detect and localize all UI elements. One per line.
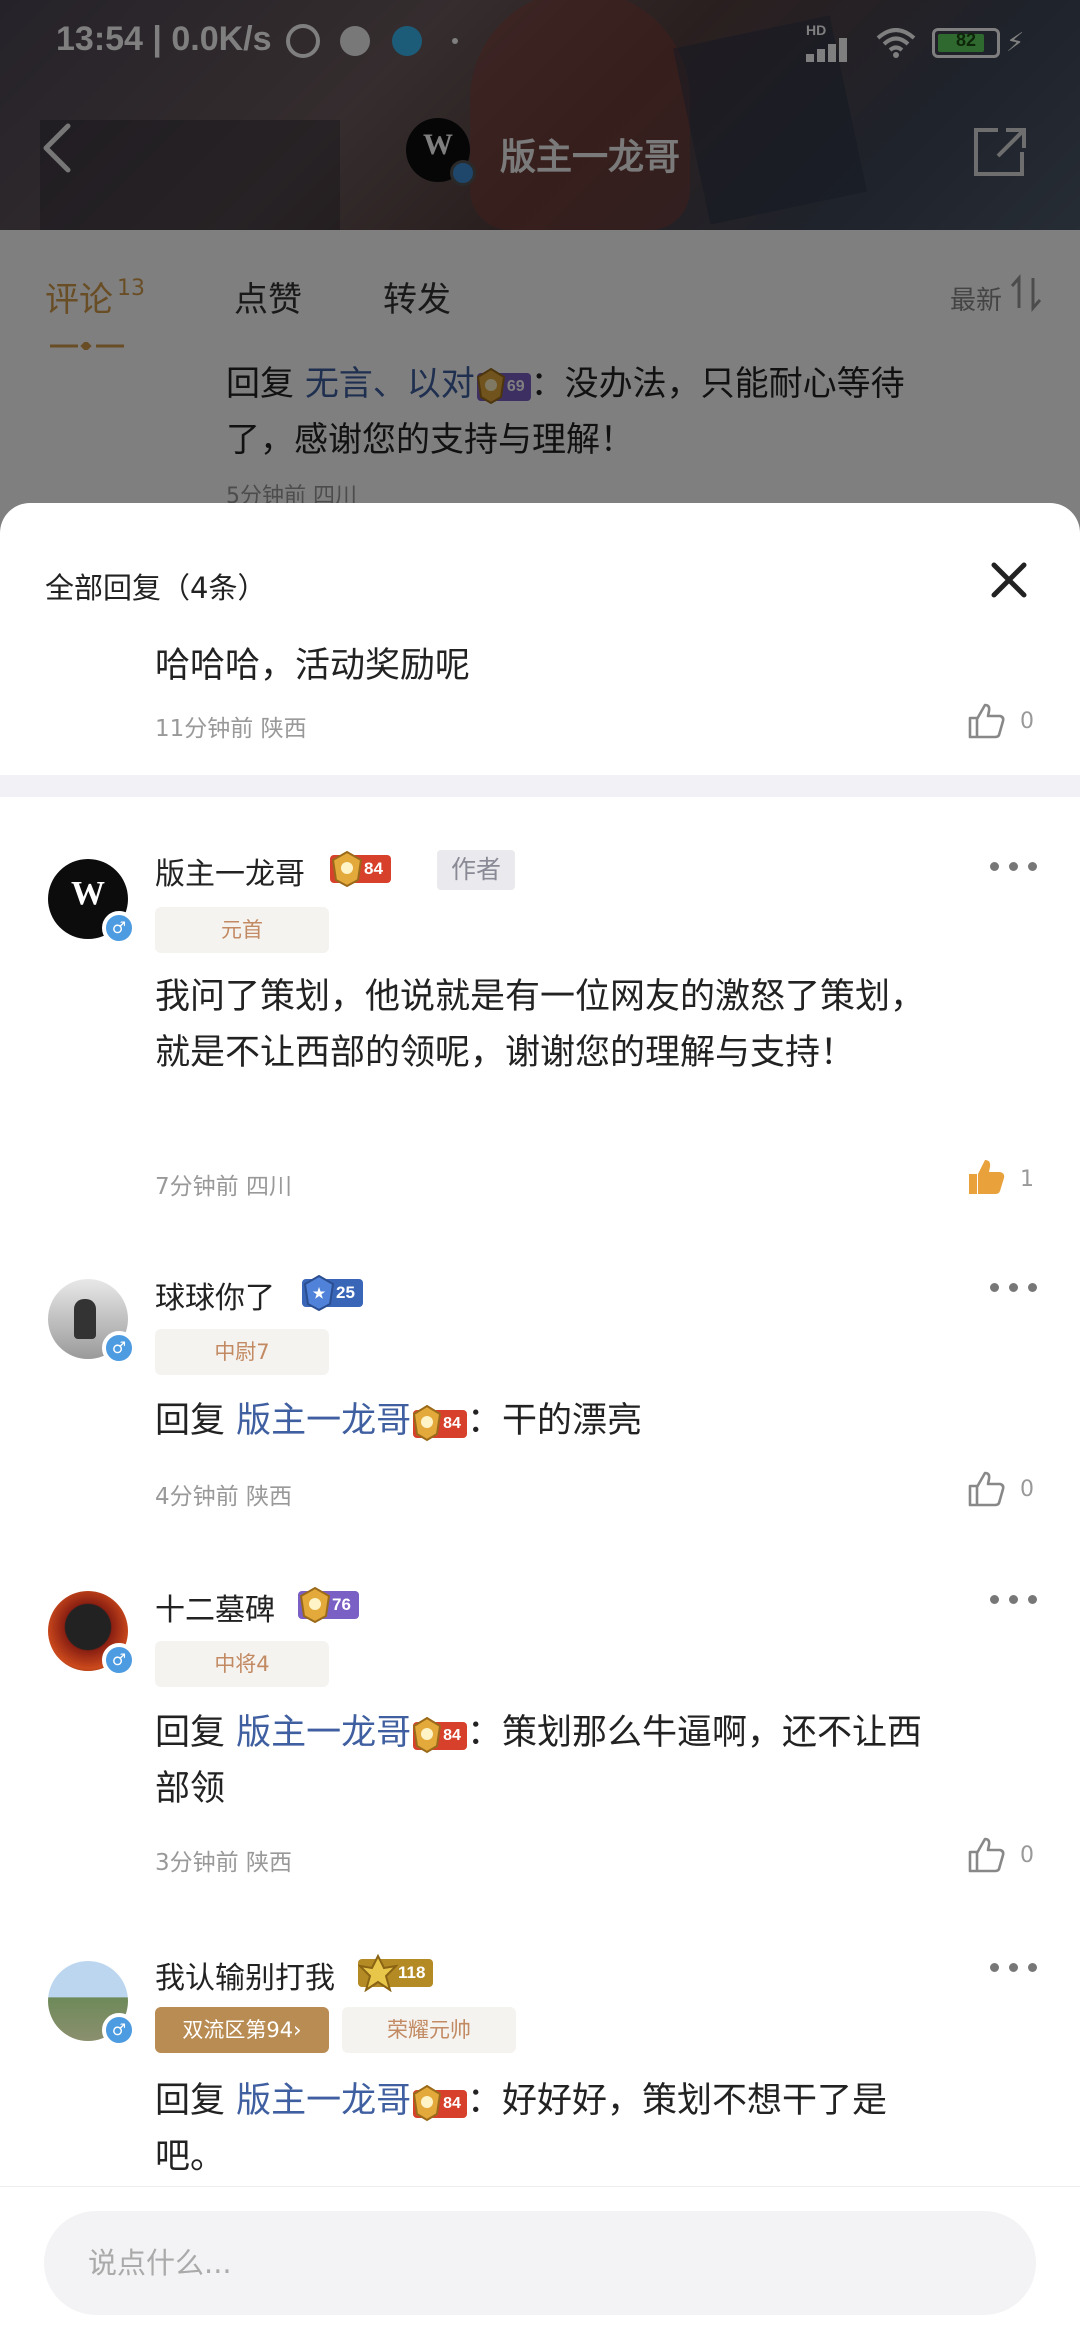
section-divider <box>0 775 1080 797</box>
level-crest-icon <box>299 1586 331 1624</box>
level-crest-icon <box>331 850 363 888</box>
level-badge: 84 <box>413 1404 467 1442</box>
avatar-figure <box>74 1299 96 1339</box>
comment-input[interactable] <box>88 2239 968 2287</box>
level-crest-icon <box>413 1716 442 1754</box>
thumbs-up-icon[interactable] <box>966 1469 1006 1509</box>
reply-text: 回复 版主一龙哥 84 ：策划那么牛逼啊，还不让西部领 <box>155 1713 922 1809</box>
username[interactable]: 版主一龙哥 <box>155 849 305 893</box>
male-icon: ♂ <box>102 911 136 945</box>
level-crest-icon <box>413 1404 442 1442</box>
svg-text:★: ★ <box>313 1285 326 1301</box>
more-options-icon[interactable] <box>990 1595 1038 1605</box>
comment-meta: 3分钟前 陕西 <box>155 1850 292 1876</box>
replies-sheet: 全部回复（4条） 哈哈哈，活动奖励呢 11分钟前 陕西 0 W ♂ 版主一龙哥 … <box>0 503 1080 2340</box>
comment-input-box[interactable] <box>44 2211 1036 2315</box>
reply-target-link[interactable]: 版主一龙哥 <box>236 1401 411 1441</box>
reply-text: 回复 版主一龙哥 84 ：干的漂亮 <box>155 1401 642 1442</box>
more-options-icon[interactable] <box>990 1283 1038 1293</box>
reply-text: 我问了策划，他说就是有一位网友的激怒了策划，就是不让西部的领呢，谢谢您的理解与支… <box>155 977 926 1073</box>
level-badge: ★ 25 <box>302 1274 363 1312</box>
more-options-icon[interactable] <box>990 1963 1038 1973</box>
region-ranking-tag[interactable]: 双流区第94› <box>155 2007 329 2053</box>
parent-comment-text: 哈哈哈，活动奖励呢 <box>155 646 471 686</box>
male-icon: ♂ <box>102 1643 136 1677</box>
like-count: 1 <box>1020 1167 1034 1192</box>
thumbs-up-filled-icon[interactable] <box>966 1157 1006 1197</box>
thumbs-up-icon[interactable] <box>966 701 1006 741</box>
male-icon: ♂ <box>102 1331 136 1365</box>
level-badge: 118 <box>358 1954 434 1992</box>
level-crest-icon <box>413 2084 442 2122</box>
level-crest-icon: ★ <box>303 1274 335 1312</box>
rank-tag: 中将4 <box>155 1641 329 1687</box>
reply-target-link[interactable]: 版主一龙哥 <box>236 2081 411 2121</box>
like-count: 0 <box>1020 1843 1034 1868</box>
rank-tag: 荣耀元帅 <box>342 2007 516 2053</box>
level-badge: 84 <box>413 2084 467 2122</box>
close-icon[interactable] <box>984 555 1034 605</box>
comment-input-bar <box>0 2186 1080 2340</box>
avatar[interactable]: ♂ <box>48 1279 136 1365</box>
avatar-logo: W <box>71 875 105 912</box>
more-options-icon[interactable] <box>990 862 1038 872</box>
level-badge: 76 <box>298 1586 359 1624</box>
level-badge: 84 <box>413 1716 467 1754</box>
comment-meta: 11分钟前 陕西 <box>155 716 307 742</box>
username[interactable]: 十二墓碑 <box>155 1585 275 1629</box>
chevron-right-icon: › <box>293 2018 302 2042</box>
level-badge: 84 <box>330 850 391 888</box>
like-count: 0 <box>1020 1477 1034 1502</box>
rank-tag: 元首 <box>155 907 329 953</box>
reply-text: 回复 版主一龙哥 84 ：好好好，策划不想干了是吧。 <box>155 2081 887 2177</box>
sheet-title: 全部回复（4条） <box>45 571 267 605</box>
level-wings-icon <box>358 1954 398 1992</box>
username[interactable]: 我认输别打我 <box>155 1953 335 1997</box>
username[interactable]: 球球你了 <box>155 1273 275 1317</box>
rank-tag: 中尉7 <box>155 1329 329 1375</box>
thumbs-up-icon[interactable] <box>966 1835 1006 1875</box>
avatar[interactable]: ♂ <box>48 1591 136 1677</box>
author-tag: 作者 <box>437 850 516 890</box>
male-icon: ♂ <box>102 2013 136 2047</box>
comment-meta: 4分钟前 陕西 <box>155 1484 292 1510</box>
comment-meta: 7分钟前 四川 <box>155 1174 292 1200</box>
like-count: 0 <box>1020 709 1034 734</box>
avatar[interactable]: W ♂ <box>48 859 136 945</box>
reply-target-link[interactable]: 版主一龙哥 <box>236 1713 411 1753</box>
avatar[interactable]: ♂ <box>48 1961 136 2047</box>
